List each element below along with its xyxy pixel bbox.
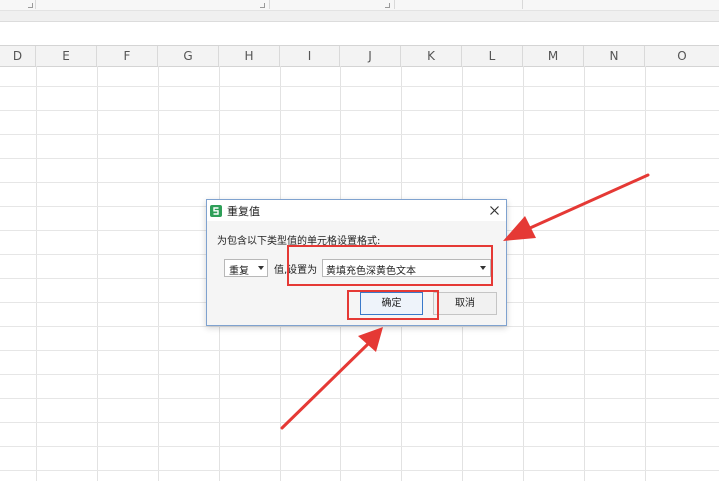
annotation-arrows: [280, 173, 650, 430]
arrow-to-ok-icon: [280, 327, 383, 430]
arrow-to-format-icon: [503, 173, 650, 241]
